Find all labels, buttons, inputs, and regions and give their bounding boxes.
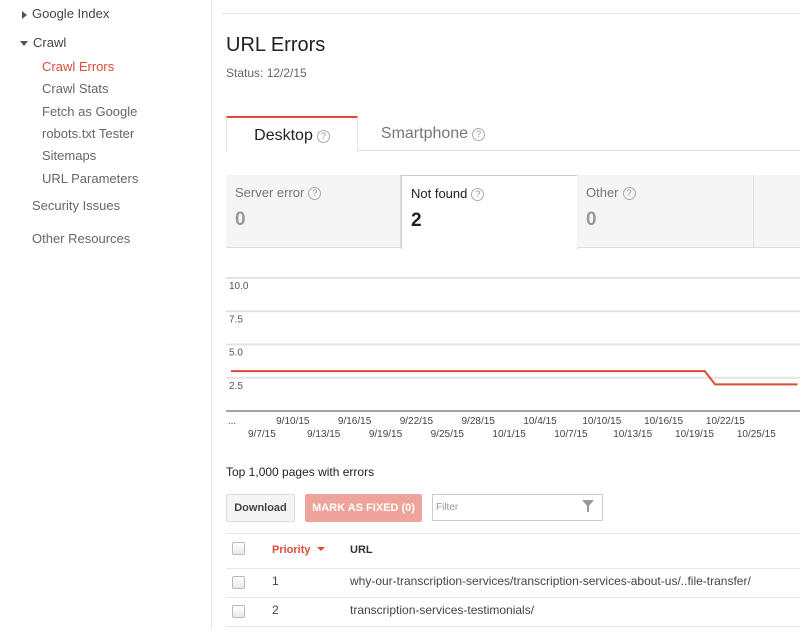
divider [226, 626, 800, 627]
expand-icon [22, 10, 27, 19]
help-icon[interactable]: ? [471, 188, 485, 201]
help-icon[interactable]: ? [316, 130, 330, 143]
row-checkbox[interactable] [232, 605, 245, 618]
y-tick-label: 5.0 [229, 348, 243, 359]
filter-input[interactable]: Filter [432, 494, 603, 521]
row-checkbox[interactable] [232, 576, 245, 589]
filter-placeholder: Filter [436, 502, 459, 513]
x-tick-label: 10/16/15 [644, 416, 683, 427]
card-label: Other [586, 185, 619, 200]
sidebar-item-robots-tester[interactable]: robots.txt Tester [42, 126, 134, 141]
x-tick-label: 10/7/15 [554, 429, 588, 440]
row-priority: 2 [272, 603, 279, 617]
card-not-found[interactable]: Not found? 2 [401, 175, 578, 249]
x-tick-label: 9/25/15 [431, 429, 465, 440]
divider [226, 568, 800, 569]
tab-label: Desktop [254, 127, 313, 144]
divider [222, 13, 800, 14]
card-label: Server error [235, 185, 305, 200]
sidebar-item-crawl[interactable]: Crawl [20, 35, 66, 50]
x-tick-label: 9/13/15 [307, 429, 341, 440]
y-tick-label: 2.5 [229, 381, 243, 392]
x-tick-label: 10/25/15 [737, 429, 776, 440]
errors-chart: 10.0 7.5 5.0 2.5... 9/10/15 9/16/15 9/22/15 9/2… [226, 277, 800, 440]
filter-icon[interactable] [582, 500, 594, 512]
row-priority: 1 [272, 574, 279, 588]
sidebar-item-google-index[interactable]: Google Index [22, 6, 109, 21]
x-tick-label: 10/19/15 [675, 429, 714, 440]
sidebar-item-fetch-as-google[interactable]: Fetch as Google [42, 104, 137, 119]
sort-desc-icon [316, 547, 325, 551]
sidebar-item-sitemaps[interactable]: Sitemaps [42, 148, 96, 163]
x-tick-label: 9/16/15 [338, 416, 372, 427]
x-tick-label: 10/10/15 [582, 416, 621, 427]
card-other[interactable]: Other? 0 [577, 175, 754, 248]
label: Crawl [33, 35, 67, 50]
tab-label: Smartphone [380, 125, 469, 142]
card-value: 2 [411, 210, 422, 231]
row-url[interactable]: transcription-services-testimonials/ [350, 603, 534, 617]
select-all-checkbox[interactable] [232, 542, 245, 555]
sidebar-item-url-parameters[interactable]: URL Parameters [42, 171, 138, 186]
x-tick-label: 9/28/15 [462, 416, 496, 427]
x-tick-label: 9/7/15 [248, 429, 276, 440]
sidebar-item-other-resources[interactable]: Other Resources [32, 231, 130, 246]
x-tick-label: 10/1/15 [492, 429, 526, 440]
divider [226, 597, 800, 598]
x-tick-label: 9/22/15 [400, 416, 434, 427]
sidebar: Google Index Crawl Crawl Errors Crawl St… [0, 0, 212, 629]
x-tick-label: 9/10/15 [276, 416, 310, 427]
sidebar-item-crawl-errors[interactable]: Crawl Errors [42, 59, 114, 74]
tab-desktop[interactable]: Desktop? [226, 116, 358, 152]
mark-as-fixed-button[interactable]: MARK AS FIXED (0) [305, 494, 422, 522]
y-tick-label: 10.0 [229, 281, 249, 292]
sidebar-item-crawl-stats[interactable]: Crawl Stats [42, 81, 108, 96]
x-tick-label: 9/19/15 [369, 429, 403, 440]
card-server-error[interactable]: Server error? 0 [226, 175, 401, 248]
help-icon[interactable]: ? [622, 187, 636, 200]
column-header-url[interactable]: URL [350, 544, 373, 556]
column-header-priority[interactable]: Priority [272, 544, 325, 556]
help-icon[interactable]: ? [472, 128, 486, 141]
x-tick-label: 10/22/15 [706, 416, 745, 427]
x-tick-ellipsis: ... [228, 416, 236, 427]
help-icon[interactable]: ? [308, 187, 322, 200]
row-url[interactable]: why-our-transcription-services/transcrip… [350, 574, 751, 588]
sidebar-item-security-issues[interactable]: Security Issues [32, 198, 120, 213]
tab-smartphone[interactable]: Smartphone? [358, 116, 508, 151]
page-title: URL Errors [226, 34, 326, 56]
x-tick-label: 10/13/15 [613, 429, 652, 440]
download-button[interactable]: Download [226, 494, 295, 522]
x-tick-label: 10/4/15 [523, 416, 557, 427]
card-value: 0 [235, 209, 246, 230]
y-tick-label: 7.5 [229, 314, 243, 325]
card-more[interactable] [753, 175, 800, 248]
table-caption: Top 1,000 pages with errors [226, 465, 375, 479]
collapse-icon [20, 41, 28, 47]
status-text: Status: 12/2/15 [226, 66, 307, 80]
label: Priority [272, 544, 311, 556]
label: Google Index [32, 6, 110, 21]
card-value: 0 [586, 209, 597, 230]
card-label: Not found [411, 186, 468, 201]
divider [226, 533, 800, 534]
